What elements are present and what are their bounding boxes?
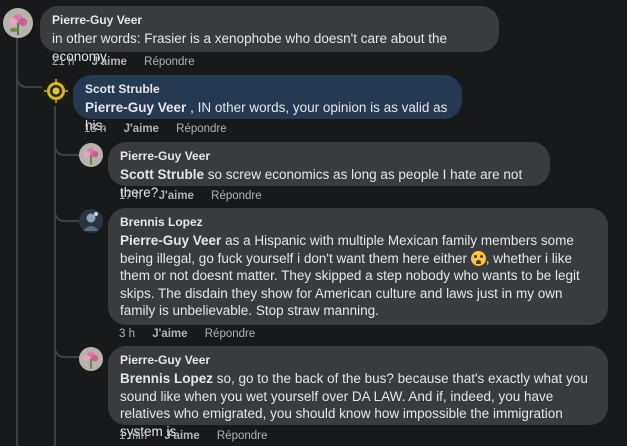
comment-actions: 3 h J'aime Répondre <box>119 328 269 340</box>
comment-bubble: Scott Struble Pierre-Guy Veer , IN other… <box>73 75 462 133</box>
comment-author[interactable]: Brennis Lopez <box>120 215 596 229</box>
like-button[interactable]: J'aime <box>152 328 187 340</box>
thread-line <box>54 106 56 446</box>
mention-link[interactable]: Scott Struble <box>120 167 204 182</box>
comment-text: Pierre-Guy Veer as a Hispanic with multi… <box>120 232 596 320</box>
reply-button[interactable]: Répondre <box>217 430 268 442</box>
comment-author[interactable]: Pierre-Guy Veer <box>120 353 596 367</box>
badge-avatar-icon <box>43 78 69 104</box>
reply-button[interactable]: Répondre <box>144 56 195 68</box>
comment-bubble: Pierre-Guy Veer Brennis Lopez so, go to … <box>108 346 608 439</box>
comment-actions: 18 h J'aime Répondre <box>84 123 241 135</box>
mention-link[interactable]: Pierre-Guy Veer <box>120 233 221 248</box>
comment-bubble: Brennis Lopez Pierre-Guy Veer as a Hispa… <box>108 208 608 325</box>
like-button[interactable]: J'aime <box>159 190 194 202</box>
comment-author[interactable]: Pierre-Guy Veer <box>120 149 538 163</box>
comment-timestamp[interactable]: 17 h <box>119 190 141 202</box>
comment-timestamp[interactable]: 18 h <box>84 123 106 135</box>
like-button[interactable]: J'aime <box>92 56 127 68</box>
avatar[interactable] <box>79 347 103 371</box>
comment-author[interactable]: Scott Struble <box>85 82 450 96</box>
flower-avatar-icon <box>79 347 103 371</box>
avatar[interactable] <box>43 78 69 104</box>
flower-avatar-icon <box>3 8 33 38</box>
thread-connector <box>54 130 80 156</box>
crying-face-emoji-icon <box>470 250 486 266</box>
thread-line <box>16 36 18 446</box>
comment-actions: 17 h J'aime Répondre <box>119 190 276 202</box>
comment-actions: 1 min J'aime Répondre <box>119 430 281 442</box>
reply-button[interactable]: Répondre <box>211 190 262 202</box>
mention-link[interactable]: Pierre-Guy Veer <box>85 100 186 115</box>
comment-timestamp[interactable]: 21 h <box>52 56 74 68</box>
comment-timestamp[interactable]: 3 h <box>119 328 135 340</box>
like-button[interactable]: J'aime <box>164 430 199 442</box>
reply-button[interactable]: Répondre <box>205 328 256 340</box>
reply-button[interactable]: Répondre <box>176 123 227 135</box>
flower-avatar-icon <box>79 143 103 167</box>
avatar[interactable] <box>3 8 33 38</box>
comment-bubble: Pierre-Guy Veer in other words: Frasier … <box>40 6 499 64</box>
comment-author[interactable]: Pierre-Guy Veer <box>52 13 487 27</box>
mention-link[interactable]: Brennis Lopez <box>120 371 213 386</box>
thread-connector <box>54 330 80 358</box>
comment-actions: 21 h J'aime Répondre <box>52 56 209 68</box>
thread-connector <box>16 60 42 88</box>
avatar[interactable] <box>79 143 103 167</box>
comment-timestamp[interactable]: 1 min <box>119 430 147 442</box>
thread-connector <box>54 196 80 222</box>
like-button[interactable]: J'aime <box>124 123 159 135</box>
dark-avatar-icon <box>79 209 103 233</box>
avatar[interactable] <box>79 209 103 233</box>
comment-bubble: Pierre-Guy Veer Scott Struble so screw e… <box>108 142 550 200</box>
